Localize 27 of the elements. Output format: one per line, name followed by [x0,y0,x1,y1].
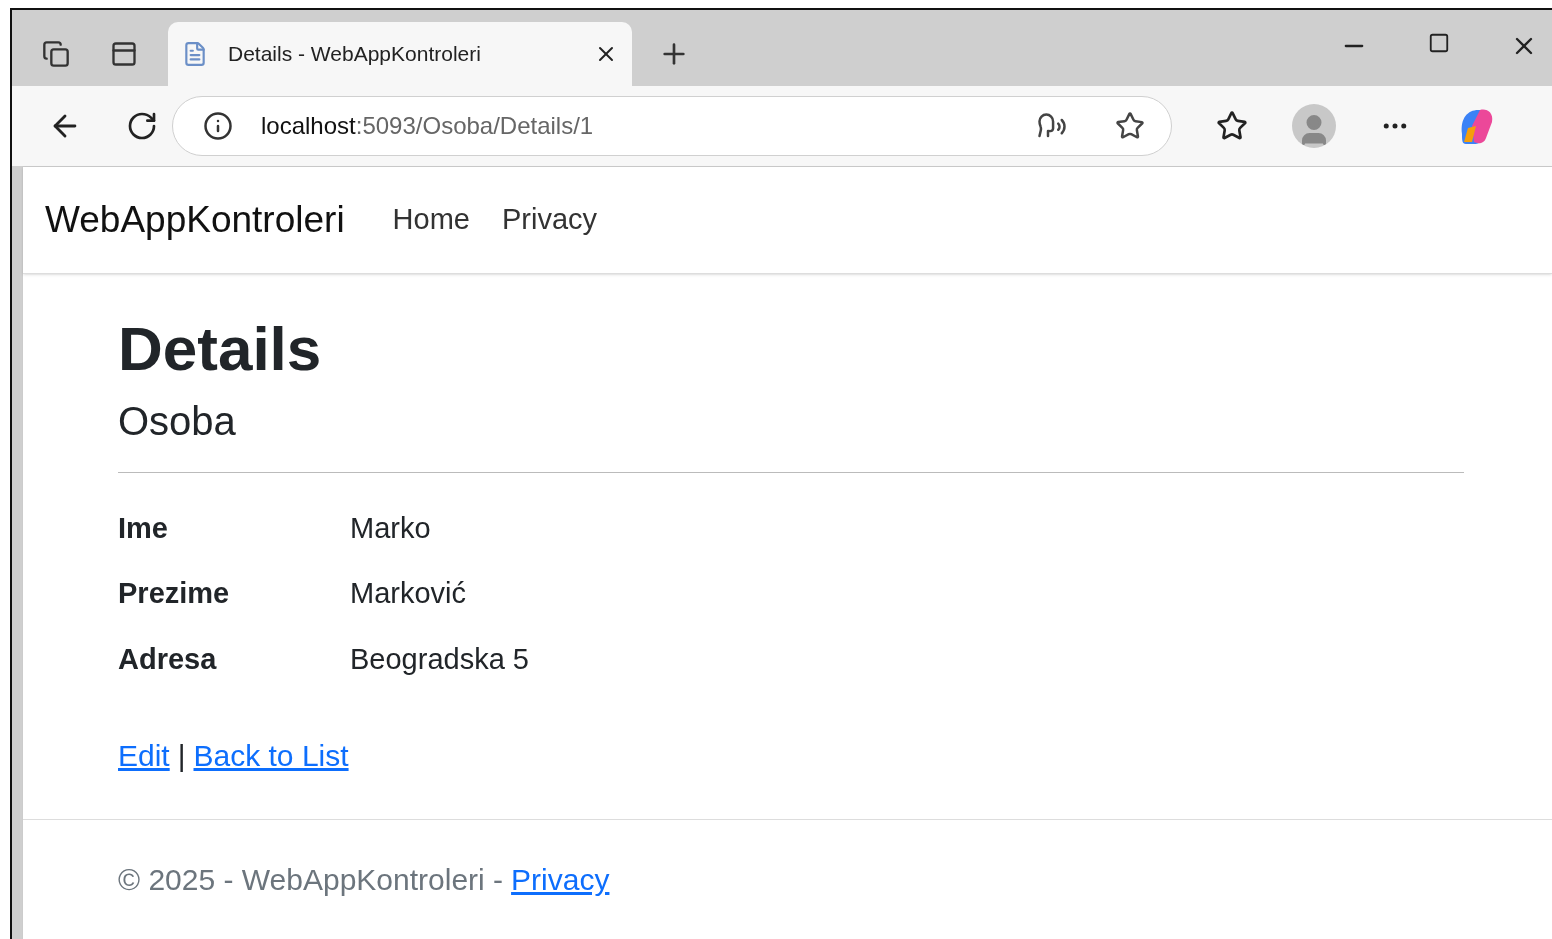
nav-link[interactable]: Home [392,198,470,242]
section-title: Osoba [118,397,237,445]
footer-text: © 2025 - WebAppKontroleri - [118,862,504,898]
info-icon [203,111,233,141]
field-label: Ime [118,510,169,546]
favorites-icon[interactable] [1216,110,1248,142]
page-icon [182,41,208,67]
address-field[interactable]: localhost:5093/Osoba/Details/1 [172,96,1172,156]
url-text: localhost:5093/Osoba/Details/1 [261,111,595,141]
privacy-link[interactable]: Privacy [511,857,610,902]
field-label: Adresa [118,641,218,677]
reload-icon[interactable] [126,110,158,142]
browser-tab[interactable]: Details - WebAppKontroleri [168,22,632,86]
field-value: Marković [350,576,466,611]
maximize-icon[interactable] [1428,32,1450,54]
nav-link[interactable]: Privacy [501,198,598,242]
page-title: Details [118,313,323,385]
profile-avatar[interactable] [1292,104,1336,148]
field-value: Marko [350,510,431,546]
separator-text: | [177,738,186,774]
edit-link[interactable]: Edit [118,733,170,778]
favorite-icon[interactable] [1115,111,1145,141]
tab-title: Details - WebAppKontroleri [228,41,482,68]
field-value: Beogradska 5 [350,641,529,677]
back-to-list-link[interactable]: Back to List [193,733,349,778]
brand-link[interactable]: WebAppKontroleri [45,192,345,248]
field-label: Prezime [118,576,231,611]
